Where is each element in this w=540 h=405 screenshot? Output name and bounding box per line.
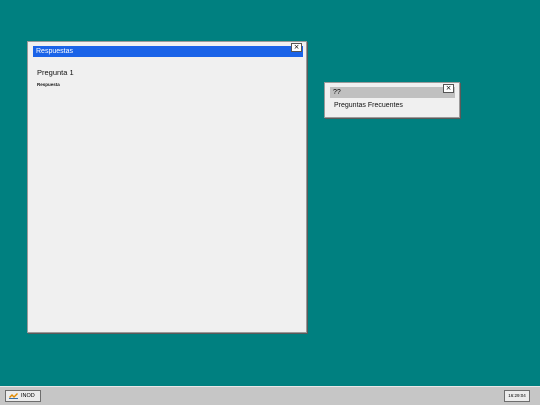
respuestas-window-title: Respuestas — [36, 48, 73, 55]
answer-text: Respuesta — [37, 82, 60, 87]
faq-window-title: ?? — [333, 89, 341, 96]
faq-link[interactable]: Preguntas Frecuentes — [334, 102, 403, 109]
respuestas-window: Respuestas × Pregunta 1 Respuesta — [27, 41, 307, 333]
faq-window-titlebar[interactable]: ?? — [330, 87, 455, 98]
start-button-label: INOD — [21, 393, 35, 399]
respuestas-window-titlebar[interactable]: Respuestas — [33, 46, 303, 57]
faq-window: ?? × Preguntas Frecuentes — [324, 82, 460, 118]
respuestas-close-button[interactable]: × — [291, 43, 302, 52]
taskbar: INOD 16:29:04 — [0, 386, 540, 405]
taskbar-clock: 16:29:04 — [504, 390, 530, 402]
question-title: Pregunta 1 — [37, 68, 74, 77]
start-button[interactable]: INOD — [5, 390, 41, 402]
start-icon — [9, 393, 18, 399]
faq-close-button[interactable]: × — [443, 84, 454, 93]
